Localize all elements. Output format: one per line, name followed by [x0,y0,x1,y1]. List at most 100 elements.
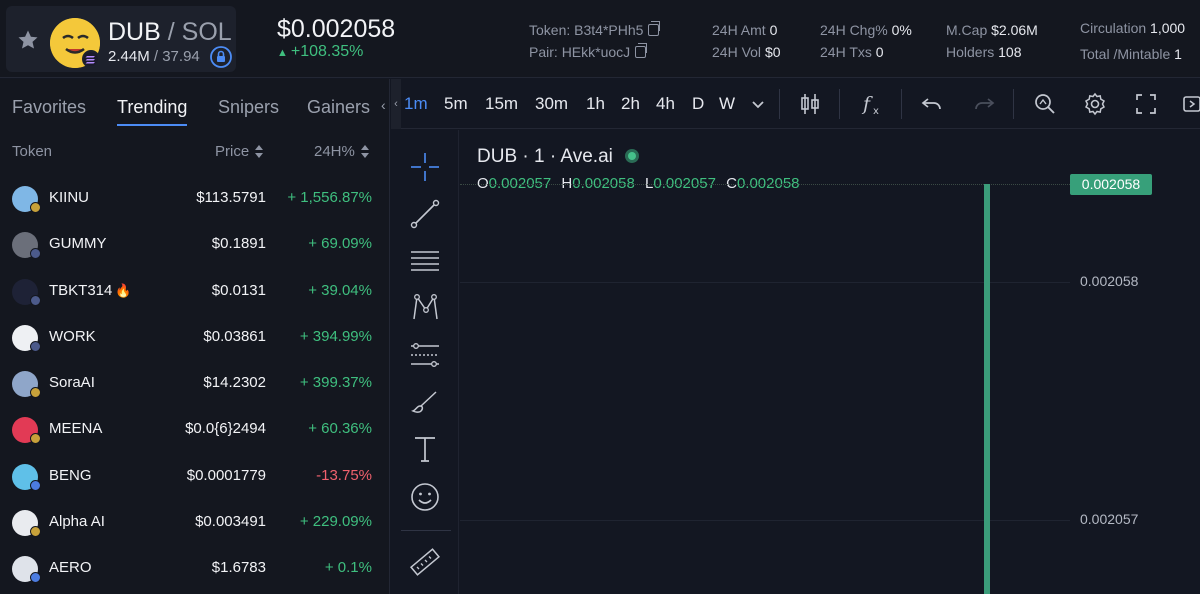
stat-label: Total /Mintable [1080,46,1171,62]
pair-header: DUB / SOL 2.44M / 37.94 $0.002058 ▲ +108.… [0,0,1200,78]
token-change: + 60.36% [308,420,372,438]
sort-icon[interactable] [360,145,370,158]
liquidity-sol: 37.94 [162,48,200,65]
candle-bar[interactable] [984,184,990,594]
interval-d[interactable]: D [692,94,704,114]
pattern-icon[interactable] [408,291,442,325]
fullscreen-icon[interactable] [1133,91,1159,117]
pair-address-value: HEkk*uocJ [561,44,631,60]
column-change[interactable]: 24H% [314,143,370,160]
chart-legend-text: DUB · 1 · Ave.ai [477,146,613,167]
chain-badge-icon [30,526,41,538]
lock-icon[interactable] [210,46,232,68]
stat-value: $0 [764,44,781,60]
list-item[interactable]: SoraAI $14.2302 + 399.37% [0,362,390,408]
token-price: $0.0{6}2494 [185,420,266,438]
copy-icon[interactable] [648,21,661,36]
interval-15m[interactable]: 15m [485,94,518,114]
list-item[interactable]: WORK $0.03861 + 394.99% [0,316,390,362]
interval-30m[interactable]: 30m [535,94,568,114]
token-symbol: BENG [49,466,92,484]
y-axis-tick-label: 0.002057 [1080,511,1139,527]
copy-icon[interactable] [635,43,648,58]
trend-line-icon[interactable] [408,197,442,231]
grid-line [460,282,1070,283]
pair-title: DUB / SOL [108,18,232,47]
undo-icon[interactable] [919,91,945,117]
chain-badge-icon [30,433,41,445]
emoji-icon[interactable] [408,480,442,514]
token-address: Token: B3t4*PHh5 [529,21,661,38]
list-item[interactable]: MEENA $0.0{6}2494 + 60.36% [0,408,390,454]
stat-24h-vol: 24H Vol $0 [712,44,781,60]
token-price: $0.0001779 [186,466,266,484]
fib-retracement-icon[interactable] [408,338,442,372]
token-price: $0.0131 [211,281,266,299]
text-tool-icon[interactable] [408,432,442,466]
star-icon[interactable] [16,28,40,52]
list-item[interactable]: AERO $1.6783 + 0.1% [0,547,390,593]
toolbar-divider [1013,89,1014,119]
tab-gainers[interactable]: Gainers [307,97,370,118]
list-item[interactable]: TBKT314 🔥 $0.0131 + 39.04% [0,270,390,316]
zoom-search-icon[interactable] [1032,91,1058,117]
stat-24h-txs: 24H Txs 0 [820,44,884,60]
liquidity-info: 2.44M / 37.94 [108,48,200,65]
brush-icon[interactable] [408,385,442,419]
list-item[interactable]: BENG $0.0001779 -13.75% [0,455,390,501]
chevron-left-icon[interactable]: ‹ [381,97,386,113]
stat-value: 0 [875,44,884,60]
redo-icon[interactable] [971,91,997,117]
stat-24h-amt: 24H Amt 0 [712,22,777,38]
chart-plot-area[interactable]: DUB · 1 · Ave.ai O0.002057 H0.002058 L0.… [460,130,1200,594]
column-price[interactable]: Price [215,143,264,160]
pair-address: Pair: HEkk*uocJ [529,43,648,60]
candlestick-icon[interactable] [797,91,823,117]
stat-label: 24H Chg% [820,22,888,38]
interval-1h[interactable]: 1h [586,94,605,114]
stat-value: 108 [998,44,1022,60]
tab-snipers[interactable]: Snipers [218,97,279,118]
crosshair-icon[interactable] [408,150,442,184]
list-item[interactable]: GUMMY $0.1891 + 69.09% [0,223,390,269]
token-address-value: B3t4*PHh5 [574,22,644,38]
liquidity-value: 2.44M [108,48,150,65]
column-token: Token [12,143,53,160]
chain-badge-icon [30,387,41,399]
stat-label: 24H Vol [712,44,762,60]
gear-icon[interactable] [1082,91,1108,117]
stat-label: Holders [946,44,995,60]
last-price-line [460,184,1070,185]
stat-circulation: Circulation 1,000 [1080,20,1185,36]
token-symbol: KIINU [49,189,90,206]
chevron-left-icon[interactable]: ‹ [391,79,401,129]
token-change: + 1,556.87% [287,189,372,206]
sort-icon[interactable] [255,145,264,158]
ruler-icon[interactable] [408,545,442,579]
list-item[interactable]: Alpha AI $0.003491 + 229.09% [0,501,390,547]
tab-favorites[interactable]: Favorites [12,97,86,118]
chevron-down-icon[interactable] [747,93,769,115]
interval-4h[interactable]: 4h [656,94,675,114]
parallel-lines-icon[interactable] [408,244,442,278]
stat-label: 24H Txs [820,44,872,60]
token-price: $0.03861 [203,327,266,345]
token-symbol: GUMMY [49,235,107,253]
screenshot-icon[interactable] [1181,91,1200,117]
column-change-label: 24H% [314,143,355,160]
interval-2h[interactable]: 2h [621,94,640,114]
pair-base: DUB [108,18,161,46]
stat-24h-chg: 24H Chg% 0% [820,22,912,38]
interval-1m[interactable]: 1m [404,94,428,114]
toolbar-divider [401,530,451,531]
token-change: + 69.09% [308,235,372,253]
list-item[interactable]: KIINU $113.5791 + 1,556.87% [0,177,390,223]
interval-5m[interactable]: 5m [444,94,468,114]
grid-line [460,520,1070,521]
token-price: $0.003491 [195,513,266,531]
token-symbol: AERO [49,559,92,577]
interval-w[interactable]: W [719,94,735,114]
tab-trending[interactable]: Trending [117,97,188,126]
chain-badge-icon [30,202,41,213]
indicators-icon[interactable]: f x [859,91,885,117]
